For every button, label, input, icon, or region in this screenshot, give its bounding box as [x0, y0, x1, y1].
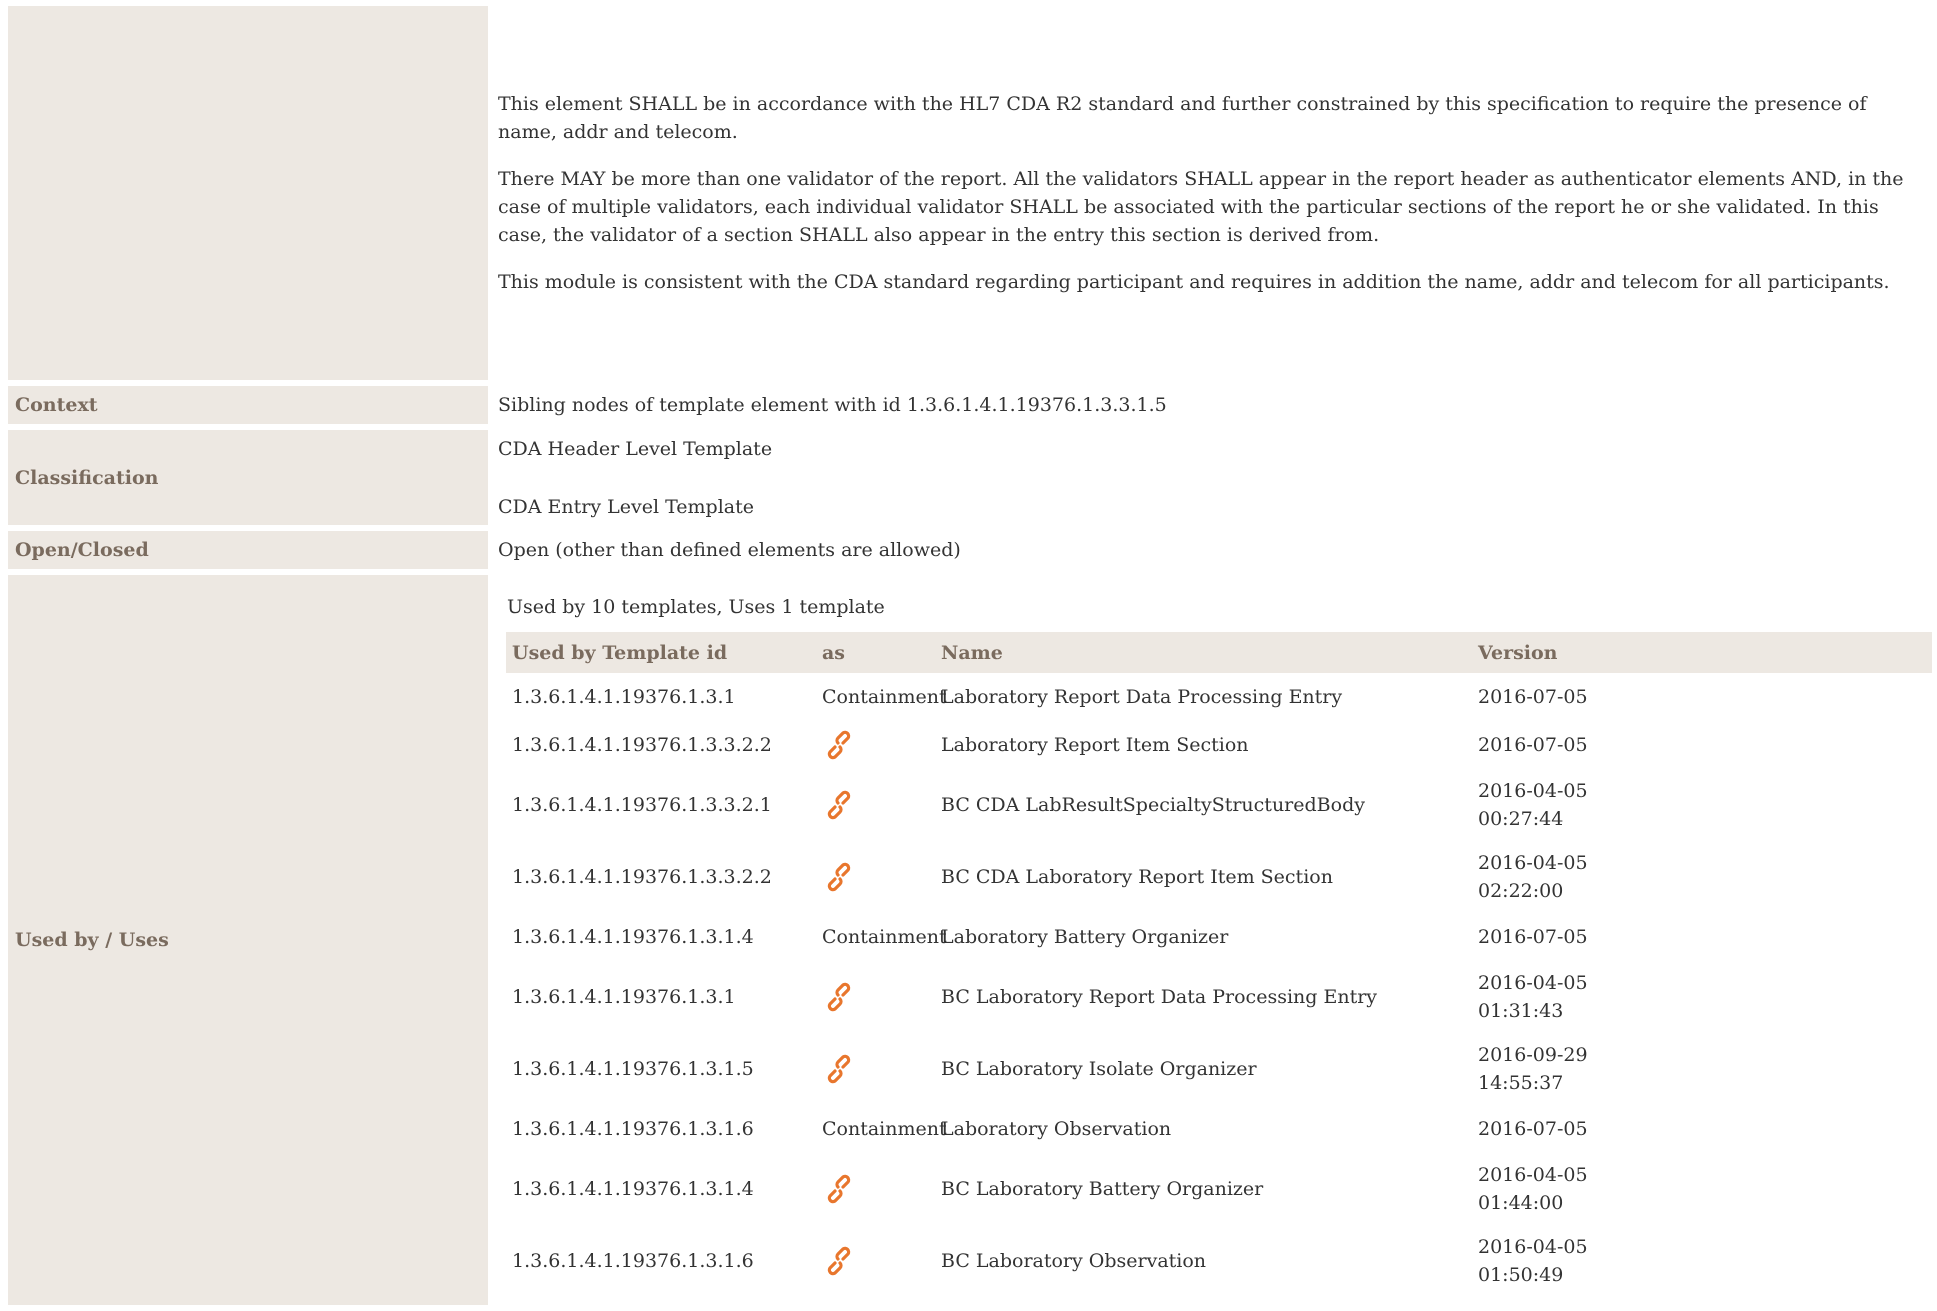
as-cell[interactable]: [816, 841, 935, 913]
table-row: 1.3.6.1.4.1.19376.1.3.1.6 BC Laboratory O…: [506, 1225, 1932, 1297]
template-name-cell: BC CDA LabResultSpecialtyStructuredBody: [941, 794, 1365, 816]
version-cell: 2016-07-05: [1478, 926, 1588, 948]
link-icon[interactable]: [822, 1052, 856, 1086]
used-by-body: 1.3.6.1.4.1.19376.1.3.1 Containment Labora…: [506, 673, 1932, 1297]
template-id-cell: 1.3.6.1.4.1.19376.1.3.1: [512, 686, 736, 708]
used-by-cell: Used by 10 templates, Uses 1 template Us…: [494, 575, 1932, 1305]
version-cell: 2016-09-29 14:55:37: [1478, 1044, 1588, 1094]
template-properties: This element SHALL be in accordance with…: [0, 0, 1937, 1311]
as-cell: Containment: [822, 686, 947, 708]
version-cell: 2016-04-05 00:27:44: [1478, 780, 1588, 830]
template-id-cell: 1.3.6.1.4.1.19376.1.3.1.4: [512, 1178, 754, 1200]
as-cell[interactable]: [816, 961, 935, 1033]
template-name-cell: BC CDA Laboratory Report Item Section: [941, 866, 1333, 888]
version-cell: 2016-04-05 01:31:43: [1478, 972, 1588, 1022]
open-closed-row: Open/Closed Open (other than defined ele…: [8, 531, 1932, 569]
link-icon[interactable]: [822, 788, 856, 822]
context-label: Context: [8, 386, 488, 424]
table-row: 1.3.6.1.4.1.19376.1.3.3.2.1 BC CDA LabRes…: [506, 769, 1932, 841]
used-by-label: Used by / Uses: [8, 575, 488, 1305]
as-cell[interactable]: [816, 1225, 935, 1297]
template-id-cell: 1.3.6.1.4.1.19376.1.3.3.2.1: [512, 794, 772, 816]
link-icon[interactable]: [822, 980, 856, 1014]
template-name-cell: Laboratory Observation: [941, 1118, 1172, 1140]
link-icon[interactable]: [822, 728, 856, 762]
column-header: Used by Template id: [506, 632, 816, 673]
template-name-cell: BC Laboratory Battery Organizer: [941, 1178, 1264, 1200]
version-cell: 2016-04-05 02:22:00: [1478, 852, 1588, 902]
used-by-table: Used by Template id as Name Version 1.3.…: [506, 632, 1932, 1297]
as-cell: Containment: [822, 1118, 947, 1140]
used-by-summary: Used by 10 templates, Uses 1 template: [507, 596, 885, 618]
classification-value: CDA Header Level Template CDA Entry Leve…: [494, 430, 1932, 525]
classification-item: CDA Header Level Template: [498, 437, 773, 460]
column-header: as: [816, 632, 935, 673]
open-closed-value: Open (other than defined elements are al…: [498, 539, 961, 561]
description-paragraph: This element SHALL be in accordance with…: [498, 93, 1867, 143]
template-name-cell: Laboratory Report Item Section: [941, 734, 1249, 756]
version-cell: 2016-04-05 01:44:00: [1478, 1164, 1588, 1214]
template-id-cell: 1.3.6.1.4.1.19376.1.3.1: [512, 986, 736, 1008]
column-header: Version: [1472, 632, 1932, 673]
description-paragraph: This module is consistent with the CDA s…: [498, 271, 1890, 293]
description-row: This element SHALL be in accordance with…: [8, 6, 1932, 380]
as-cell[interactable]: [816, 1033, 935, 1105]
table-row: 1.3.6.1.4.1.19376.1.3.3.2.2 Laboratory Re…: [506, 721, 1932, 769]
description-label-cell: [8, 6, 488, 380]
properties-table: This element SHALL be in accordance with…: [2, 0, 1937, 1311]
template-id-cell: 1.3.6.1.4.1.19376.1.3.1.5: [512, 1058, 754, 1080]
as-cell[interactable]: [816, 721, 935, 769]
template-name-cell: BC Laboratory Isolate Organizer: [941, 1058, 1257, 1080]
table-row: 1.3.6.1.4.1.19376.1.3.1.5 BC Laboratory I…: [506, 1033, 1932, 1105]
open-closed-label: Open/Closed: [8, 531, 488, 569]
as-cell[interactable]: [816, 1153, 935, 1225]
classification-item: CDA Entry Level Template: [498, 495, 754, 518]
template-id-cell: 1.3.6.1.4.1.19376.1.3.1.6: [512, 1118, 754, 1140]
version-cell: 2016-04-05 01:50:49: [1478, 1236, 1588, 1286]
table-row: 1.3.6.1.4.1.19376.1.3.1.4 Containment Labo…: [506, 913, 1932, 961]
used-by-row: Used by / Uses Used by 10 templates, Use…: [8, 575, 1932, 1305]
template-name-cell: Laboratory Report Data Processing Entry: [941, 686, 1343, 708]
template-id-cell: 1.3.6.1.4.1.19376.1.3.1.6: [512, 1250, 754, 1272]
table-row: 1.3.6.1.4.1.19376.1.3.1.6 Containment Labo…: [506, 1105, 1932, 1153]
classification-label: Classification: [8, 430, 488, 525]
description-cell: This element SHALL be in accordance with…: [494, 6, 1932, 380]
context-value: Sibling nodes of template element with i…: [498, 394, 1167, 416]
table-row: 1.3.6.1.4.1.19376.1.3.1.4 BC Laboratory B…: [506, 1153, 1932, 1225]
link-icon[interactable]: [822, 1244, 856, 1278]
template-name-cell: BC Laboratory Report Data Processing Ent…: [941, 986, 1378, 1008]
version-cell: 2016-07-05: [1478, 1118, 1588, 1140]
version-cell: 2016-07-05: [1478, 734, 1588, 756]
used-by-header-row: Used by Template id as Name Version: [506, 632, 1932, 673]
table-row: 1.3.6.1.4.1.19376.1.3.1 Containment Labora…: [506, 673, 1932, 721]
version-cell: 2016-07-05: [1478, 686, 1588, 708]
link-icon[interactable]: [822, 1172, 856, 1206]
link-icon[interactable]: [822, 860, 856, 894]
table-row: 1.3.6.1.4.1.19376.1.3.3.2.2 BC CDA Labora…: [506, 841, 1932, 913]
template-id-cell: 1.3.6.1.4.1.19376.1.3.3.2.2: [512, 866, 772, 888]
classification-row: Classification CDA Header Level Template…: [8, 430, 1932, 525]
template-id-cell: 1.3.6.1.4.1.19376.1.3.1.4: [512, 926, 754, 948]
column-header: Name: [935, 632, 1472, 673]
template-name-cell: Laboratory Battery Organizer: [941, 926, 1229, 948]
description-paragraph: There MAY be more than one validator of …: [498, 168, 1904, 246]
as-cell[interactable]: [816, 769, 935, 841]
context-row: Context Sibling nodes of template elemen…: [8, 386, 1932, 424]
template-name-cell: BC Laboratory Observation: [941, 1250, 1207, 1272]
as-cell: Containment: [822, 926, 947, 948]
template-id-cell: 1.3.6.1.4.1.19376.1.3.3.2.2: [512, 734, 772, 756]
table-row: 1.3.6.1.4.1.19376.1.3.1 BC Laboratory Rep…: [506, 961, 1932, 1033]
